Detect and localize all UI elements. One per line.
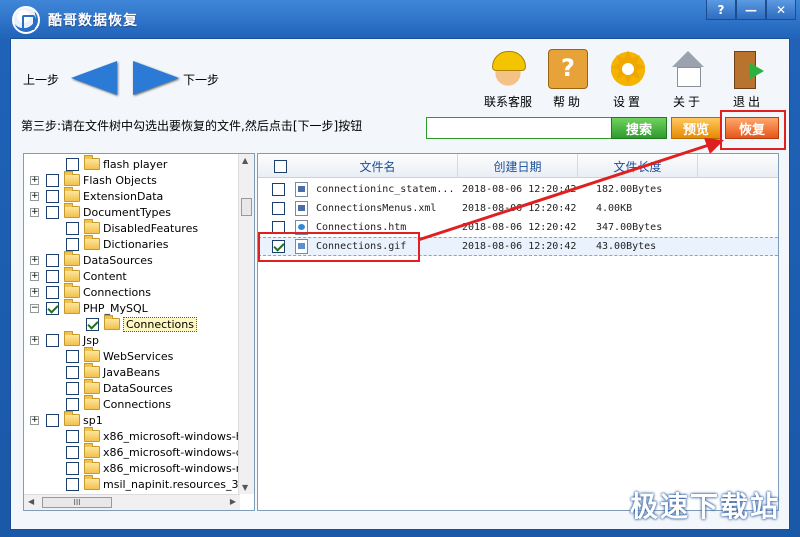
annotation-arrow <box>417 138 724 242</box>
app-window: 酷哥数据恢复 ? — ✕ 上一步 下一步 联系客服 帮助 设置 关于 <box>0 0 800 537</box>
arrow-line <box>417 142 713 242</box>
arrow-head <box>704 138 724 154</box>
watermark: 极速下载站 <box>629 490 780 523</box>
